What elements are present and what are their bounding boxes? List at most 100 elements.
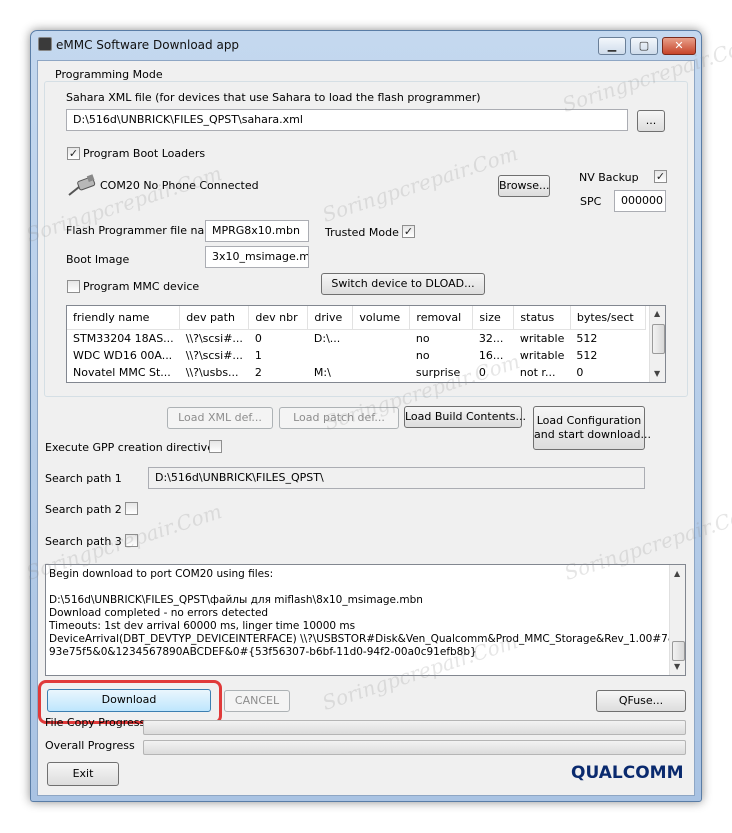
column-header[interactable]: volume bbox=[352, 306, 411, 330]
table-cell: not r... bbox=[519, 366, 556, 379]
scrollbar-thumb[interactable] bbox=[652, 324, 665, 354]
sahara-browse-button[interactable]: ... bbox=[637, 110, 665, 132]
table-cell: 1 bbox=[254, 349, 262, 362]
table-cell: \\?\usbs... bbox=[185, 366, 239, 379]
load-xml-button[interactable]: Load XML def... bbox=[167, 407, 273, 429]
scroll-down-arrow-icon[interactable]: ▼ bbox=[654, 369, 660, 378]
gpp-label: Execute GPP creation directives bbox=[45, 441, 220, 454]
device-list-scrollbar[interactable]: ▼ ▲ bbox=[649, 306, 665, 382]
table-cell: 512 bbox=[576, 332, 598, 345]
log-line: Begin download to port COM20 using files… bbox=[49, 568, 274, 580]
search-path-2-checkbox[interactable] bbox=[125, 502, 138, 515]
table-cell: 0 bbox=[576, 366, 584, 379]
sahara-path-field[interactable]: D:\516d\UNBRICK\FILES_QPST\sahara.xml bbox=[66, 109, 628, 131]
log-line: Download completed - no errors detected bbox=[49, 607, 269, 619]
sahara-label: Sahara XML file (for devices that use Sa… bbox=[66, 91, 481, 104]
scroll-up-arrow-icon[interactable]: ▲ bbox=[654, 309, 660, 318]
table-cell: WDC WD16 00A... bbox=[73, 349, 173, 362]
log-line: DeviceArrival(DBT_DEVTYP_DEVICEINTERFACE… bbox=[49, 633, 677, 645]
close-button[interactable]: ✕ bbox=[662, 37, 696, 55]
search-path-3-checkbox[interactable] bbox=[125, 534, 138, 547]
minimize-button[interactable]: ▁ bbox=[598, 37, 626, 55]
trusted-mode-label: Trusted Mode bbox=[325, 226, 399, 239]
column-header[interactable]: status bbox=[513, 306, 571, 330]
search-path-1-label: Search path 1 bbox=[45, 472, 122, 485]
file-copy-progress-bar bbox=[143, 720, 686, 735]
program-mmc-label: Program MMC device bbox=[83, 280, 200, 293]
spc-label: SPC bbox=[580, 195, 602, 208]
program-boot-loaders-label: Program Boot Loaders bbox=[83, 147, 206, 160]
device-table-header: friendly name dev path dev nbr drive vol… bbox=[67, 306, 646, 330]
column-header[interactable]: dev path bbox=[179, 306, 250, 330]
spc-field[interactable]: 000000 bbox=[614, 190, 666, 212]
table-cell: \\?\scsi#... bbox=[185, 332, 243, 345]
load-config-line-1: Load Configuration bbox=[536, 414, 642, 427]
file-copy-progress-label: File Copy Progress bbox=[45, 716, 146, 729]
log-scrollbar[interactable]: ▲ ▼ bbox=[669, 565, 685, 675]
programming-mode-label: Programming Mode bbox=[52, 68, 166, 81]
scroll-up-arrow-icon[interactable]: ▲ bbox=[674, 569, 680, 578]
table-cell: no bbox=[415, 349, 430, 362]
nv-backup-label: NV Backup bbox=[579, 171, 639, 184]
table-cell: M:\ bbox=[313, 366, 331, 379]
column-header[interactable]: friendly name bbox=[67, 306, 181, 330]
program-boot-loaders-checkbox[interactable]: ✓ bbox=[67, 147, 80, 160]
table-cell: 16... bbox=[478, 349, 504, 362]
cancel-button[interactable]: CANCEL bbox=[224, 690, 290, 712]
table-row[interactable]: WDC WD16 00A... \\?\scsi#... 1 no 16... … bbox=[67, 347, 645, 364]
table-cell bbox=[308, 347, 353, 364]
table-cell: 512 bbox=[576, 349, 598, 362]
scroll-down-arrow-icon[interactable]: ▼ bbox=[674, 662, 680, 671]
boot-image-field[interactable]: 3x10_msimage.mbn bbox=[205, 246, 309, 268]
boot-image-label: Boot Image bbox=[66, 253, 130, 266]
column-header[interactable]: bytes/sect bbox=[570, 306, 646, 330]
qfuse-button[interactable]: QFuse... bbox=[596, 690, 686, 712]
log-line: D:\516d\UNBRICK\FILES_QPST\файлы для mif… bbox=[49, 594, 423, 606]
column-header[interactable]: drive bbox=[307, 306, 354, 330]
load-patch-button[interactable]: Load patch def... bbox=[279, 407, 399, 429]
browse-button[interactable]: Browse... bbox=[498, 175, 550, 197]
log-output[interactable]: Begin download to port COM20 using files… bbox=[45, 564, 686, 676]
scrollbar-thumb[interactable] bbox=[672, 641, 685, 661]
maximize-button[interactable]: ▢ bbox=[630, 37, 658, 55]
switch-dload-button[interactable]: Switch device to DLOAD... bbox=[321, 273, 485, 295]
table-cell: Novatel MMC St... bbox=[73, 366, 171, 379]
exit-button[interactable]: Exit bbox=[47, 762, 119, 786]
table-cell: 32... bbox=[478, 332, 504, 345]
window-title: eMMC Software Download app bbox=[56, 38, 240, 52]
log-line: Timeouts: 1st dev arrival 60000 ms, ling… bbox=[49, 620, 356, 632]
table-row[interactable]: Novatel MMC St... \\?\usbs... 2 M:\ surp… bbox=[67, 364, 645, 381]
device-list[interactable]: friendly name dev path dev nbr drive vol… bbox=[66, 305, 666, 383]
table-cell: no bbox=[415, 332, 430, 345]
column-header[interactable]: dev nbr bbox=[248, 306, 309, 330]
table-cell: D:\... bbox=[313, 332, 341, 345]
program-mmc-checkbox[interactable] bbox=[67, 280, 80, 293]
load-config-line-2: and start download... bbox=[534, 428, 651, 441]
flash-programmer-label: Flash Programmer file name bbox=[66, 224, 222, 237]
overall-progress-bar bbox=[143, 740, 686, 755]
trusted-mode-checkbox[interactable]: ✓ bbox=[402, 225, 415, 238]
device-table: friendly name dev path dev nbr drive vol… bbox=[67, 306, 646, 381]
search-path-2-label: Search path 2 bbox=[45, 503, 122, 516]
table-cell: surprise bbox=[415, 366, 461, 379]
download-button[interactable]: Download bbox=[47, 689, 211, 712]
flash-programmer-field[interactable]: MPRG8x10.mbn bbox=[205, 220, 309, 242]
table-row[interactable]: STM33204 18AS... \\?\scsi#... 0 D:\... n… bbox=[67, 330, 645, 348]
table-cell bbox=[353, 347, 410, 364]
load-configuration-button[interactable]: Load Configuration and start download... bbox=[533, 406, 651, 450]
search-path-1-field[interactable]: D:\516d\UNBRICK\FILES_QPST\ bbox=[148, 467, 645, 489]
qualcomm-logo: QUALCOMM bbox=[571, 763, 684, 783]
column-header[interactable]: size bbox=[472, 306, 515, 330]
nv-backup-checkbox[interactable]: ✓ bbox=[654, 170, 667, 183]
load-build-contents-button[interactable]: Load Build Contents... bbox=[404, 406, 526, 428]
table-cell: STM33204 18AS... bbox=[73, 332, 174, 345]
column-header[interactable]: removal bbox=[409, 306, 474, 330]
gpp-checkbox[interactable] bbox=[209, 440, 222, 453]
table-cell: 0 bbox=[254, 332, 262, 345]
port-status-text: COM20 No Phone Connected bbox=[100, 179, 259, 192]
table-cell: \\?\scsi#... bbox=[185, 349, 243, 362]
table-cell: writable bbox=[519, 349, 565, 362]
table-cell bbox=[353, 330, 410, 348]
table-cell: 2 bbox=[254, 366, 262, 379]
